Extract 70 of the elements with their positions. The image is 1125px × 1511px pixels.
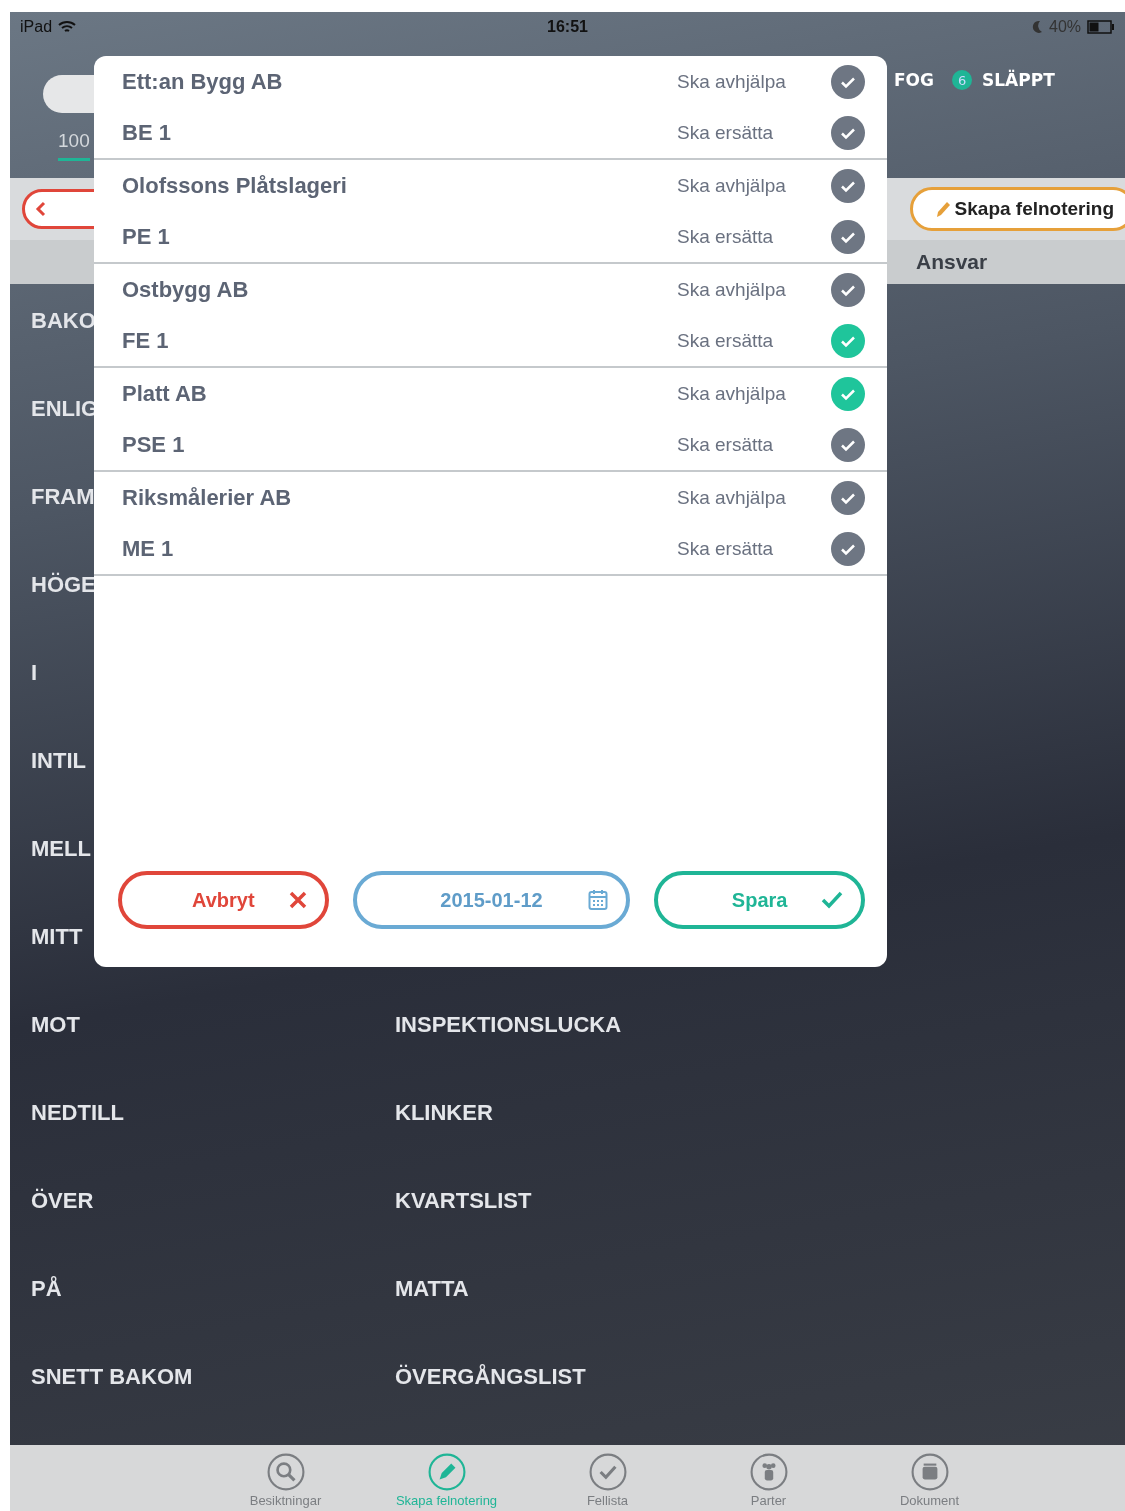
list-item[interactable]: NEDTILL <box>31 1100 124 1125</box>
checkbox[interactable] <box>831 219 865 254</box>
list-item[interactable]: I <box>31 660 38 685</box>
check-icon <box>821 891 843 909</box>
list-item[interactable]: FRAM <box>31 484 95 509</box>
status-label: SLÄPPT <box>982 70 1055 90</box>
checkbox[interactable] <box>831 531 865 566</box>
company-name: Ett:an Bygg AB <box>122 68 284 95</box>
close-icon <box>288 891 307 909</box>
option-label: Ska avhjälpa <box>677 382 787 405</box>
option-label: Ska ersätta <box>677 329 775 352</box>
moon-icon <box>1031 20 1043 34</box>
checkbox[interactable] <box>831 115 865 150</box>
list-item[interactable]: MATTA <box>395 1276 469 1340</box>
people-icon <box>749 1453 788 1491</box>
list-item[interactable]: KLINKER <box>395 1100 493 1164</box>
checkbox[interactable] <box>831 323 865 358</box>
company-name: Platt AB <box>122 380 208 407</box>
code-label: ME 1 <box>122 535 175 562</box>
code-label: PSE 1 <box>122 431 186 458</box>
count-badge: 6 <box>952 70 973 90</box>
option-label: Ska ersätta <box>677 121 775 144</box>
list-item[interactable]: MELL <box>31 836 91 861</box>
option-label: Ska ersätta <box>677 433 775 456</box>
status-label: FOG <box>894 70 935 90</box>
list-item[interactable]: SNETT BAKOM <box>31 1364 193 1389</box>
clock-label: 16:51 <box>547 18 588 36</box>
search-icon <box>266 1453 305 1491</box>
list-item[interactable]: KVARTSLIST <box>395 1188 532 1252</box>
pencil-icon <box>934 199 953 219</box>
checkbox[interactable] <box>831 272 865 307</box>
check-icon <box>588 1453 627 1491</box>
list-item[interactable]: MOT <box>31 1012 80 1037</box>
checkbox[interactable] <box>831 376 865 411</box>
list-item[interactable]: HÖGE <box>31 572 96 597</box>
list-item[interactable]: ÖVER <box>31 1188 94 1213</box>
checkbox[interactable] <box>831 64 865 99</box>
cancel-button[interactable]: Avbryt <box>118 871 329 929</box>
section-title: Ansvar <box>916 250 988 274</box>
list-item[interactable]: MITT <box>31 924 83 949</box>
checkbox[interactable] <box>831 168 865 203</box>
option-label: Ska ersätta <box>677 537 775 560</box>
create-note-button[interactable]: Skapa felnotering <box>909 187 1125 231</box>
code-label: BE 1 <box>122 119 172 146</box>
list-item[interactable]: BAKO <box>31 308 96 333</box>
list-item[interactable]: PÅ <box>31 1276 62 1301</box>
wifi-icon <box>58 20 77 34</box>
code-label: FE 1 <box>122 327 170 354</box>
code-label: PE 1 <box>122 223 171 250</box>
carrier-label: iPad <box>20 18 53 36</box>
box-icon <box>910 1453 949 1491</box>
checkbox[interactable] <box>831 427 865 462</box>
option-label: Ska avhjälpa <box>677 278 787 301</box>
battery-label: 40% <box>1049 18 1081 36</box>
back-icon <box>35 201 47 217</box>
list-item[interactable]: INTIL <box>31 748 86 773</box>
company-name: Olofssons Plåtslageri <box>122 172 348 199</box>
option-label: Ska ersätta <box>677 225 775 248</box>
list-item[interactable]: INSPEKTIONSLUCKA <box>395 1012 622 1076</box>
company-name: Riksmålerier AB <box>122 484 293 511</box>
option-label: Ska avhjälpa <box>677 70 787 93</box>
checkbox[interactable] <box>831 480 865 515</box>
pencil-icon <box>427 1453 466 1491</box>
option-label: Ska avhjälpa <box>677 486 787 509</box>
battery-icon <box>1087 20 1115 34</box>
company-name: Ostbygg AB <box>122 276 250 303</box>
option-label: Ska avhjälpa <box>677 174 787 197</box>
calendar-icon <box>588 889 609 911</box>
tab-label[interactable]: 100 <box>58 130 90 161</box>
list-item[interactable]: ÖVERGÅNGSLIST <box>395 1364 586 1428</box>
